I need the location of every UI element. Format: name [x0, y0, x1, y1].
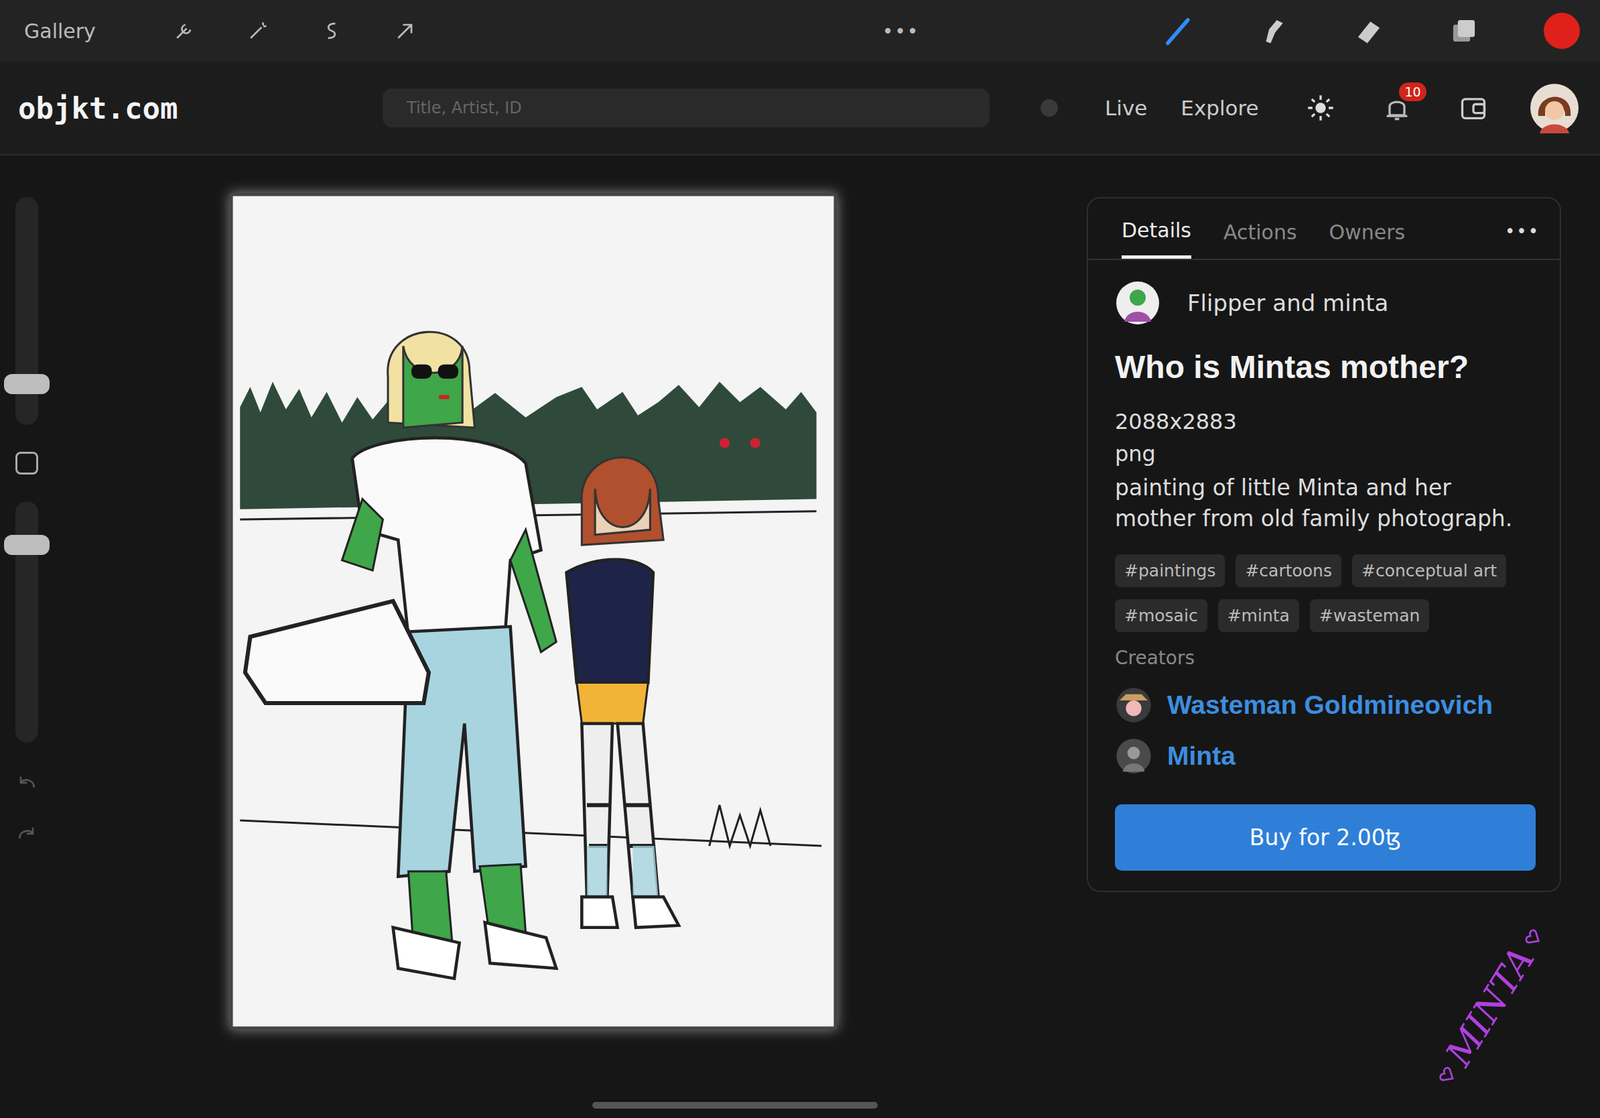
- tab[interactable]: Details: [1121, 211, 1192, 259]
- eraser-icon[interactable]: [1353, 15, 1385, 47]
- tabs: Details Actions Owners •••: [1088, 198, 1560, 260]
- sun-icon[interactable]: [1305, 93, 1336, 123]
- layers-icon[interactable]: [1448, 15, 1480, 47]
- wrench-icon[interactable]: [172, 18, 197, 43]
- gallery-button[interactable]: Gallery: [24, 19, 96, 43]
- brush-size-slider[interactable]: [15, 196, 39, 425]
- procreate-toolbar: Gallery •••: [0, 0, 1600, 62]
- smudge-icon[interactable]: [1258, 15, 1290, 47]
- search-field[interactable]: Title, Artist, ID: [382, 88, 990, 128]
- creator-avatar-icon: [1114, 686, 1153, 724]
- procreate-sidebar: [0, 155, 54, 1118]
- wallet-icon[interactable]: [1458, 93, 1489, 123]
- dimensions: 2088x2883: [1114, 405, 1536, 438]
- buy-button[interactable]: Buy for 2.00ꜩ: [1114, 804, 1536, 871]
- tag[interactable]: #minta: [1218, 598, 1300, 632]
- description: painting of little Minta and her mother …: [1114, 472, 1536, 535]
- tag[interactable]: #paintings: [1114, 554, 1225, 587]
- eyedropper-square[interactable]: [15, 451, 39, 475]
- current-color[interactable]: [1543, 12, 1580, 49]
- home-indicator[interactable]: [592, 1101, 878, 1109]
- selection-icon[interactable]: [319, 18, 344, 43]
- collection-row[interactable]: Flipper and minta: [1114, 280, 1536, 326]
- tag[interactable]: #conceptual art: [1352, 554, 1507, 587]
- creators-label: Creators: [1114, 646, 1536, 669]
- site-header: objkt.com Title, Artist, ID LiveExplore …: [0, 61, 1600, 156]
- details-panel: Details Actions Owners ••• Flipper and min…: [1086, 196, 1562, 892]
- logo[interactable]: objkt.com: [18, 91, 383, 126]
- file-format: png: [1114, 437, 1536, 470]
- tab[interactable]: Actions: [1223, 213, 1298, 258]
- more-button[interactable]: •••: [1504, 221, 1540, 250]
- tag[interactable]: #mosaic: [1114, 598, 1208, 632]
- creator-row[interactable]: Wasteman Goldmineovich: [1114, 679, 1536, 731]
- signature: MINTA: [1424, 918, 1556, 1094]
- heart-icon: [1520, 925, 1546, 950]
- nav: Live Explore: [1104, 95, 1259, 120]
- creator-avatar-icon: [1114, 737, 1153, 775]
- screen: Gallery ••• objkt.com Title, Artist, ID …: [0, 0, 1600, 1118]
- tags: #paintings #cartoons #conceptual art #mosai…: [1114, 554, 1536, 632]
- brush-icon[interactable]: [1163, 15, 1194, 47]
- slider-handle[interactable]: [4, 534, 50, 555]
- opacity-slider[interactable]: [15, 501, 39, 743]
- search-dot-icon: [1040, 99, 1058, 117]
- user-avatar-icon[interactable]: [1528, 82, 1580, 134]
- magic-wand-icon[interactable]: [245, 18, 271, 43]
- nav-link[interactable]: Explore: [1180, 95, 1259, 120]
- undo-icon[interactable]: [14, 769, 39, 794]
- heart-icon: [1435, 1062, 1460, 1087]
- redo-icon[interactable]: [14, 820, 39, 845]
- tag[interactable]: #cartoons: [1235, 554, 1342, 587]
- artwork-painting[interactable]: [229, 192, 837, 1030]
- artwork-area: [53, 155, 837, 1118]
- transform-arrow-icon[interactable]: [393, 18, 418, 43]
- slider-handle[interactable]: [4, 373, 50, 394]
- token-title: Who is Mintas mother?: [1114, 348, 1536, 386]
- tag[interactable]: #wasteman: [1309, 598, 1430, 632]
- collection-avatar-icon: [1114, 280, 1161, 326]
- creator-row[interactable]: Minta: [1114, 730, 1536, 782]
- notifications[interactable]: 10: [1335, 93, 1412, 123]
- main: Details Actions Owners ••• Flipper and min…: [0, 155, 1600, 1118]
- nav-link[interactable]: Live: [1104, 95, 1148, 120]
- collection-name[interactable]: Flipper and minta: [1187, 289, 1389, 317]
- notification-badge: 10: [1398, 82, 1426, 102]
- tab[interactable]: Owners: [1329, 213, 1406, 258]
- toolbar-more[interactable]: •••: [882, 20, 920, 43]
